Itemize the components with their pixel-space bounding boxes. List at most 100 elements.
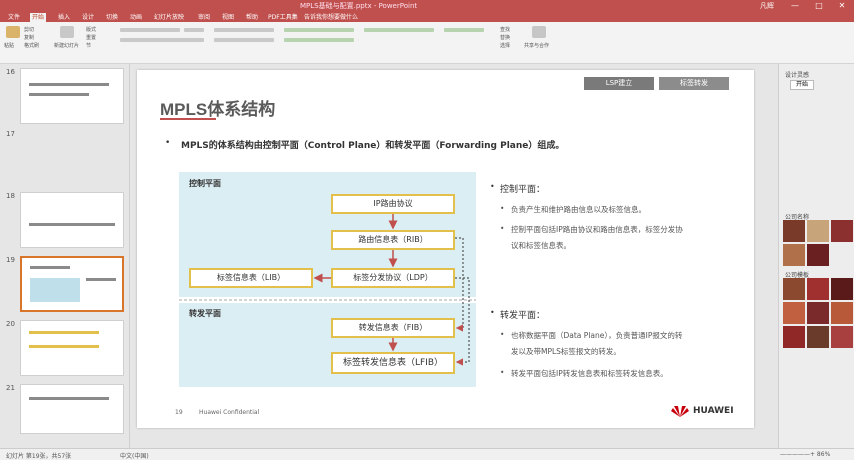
- design-swatch[interactable]: [807, 326, 829, 348]
- select-button[interactable]: 选择: [500, 42, 510, 49]
- design-swatch[interactable]: [807, 278, 829, 300]
- new-slide-button[interactable]: 新建幻灯片: [54, 42, 79, 49]
- design-swatch[interactable]: [783, 326, 805, 348]
- title-underline: [160, 118, 216, 120]
- intro-bullet: MPLS的体系结构由控制平面（Control Plane）和转发平面（Forwa…: [181, 141, 565, 151]
- share-icon[interactable]: [532, 26, 546, 38]
- forward-item-1: •: [500, 330, 505, 339]
- slide-thumbnail[interactable]: [20, 384, 124, 434]
- layout-button[interactable]: 版式: [86, 26, 96, 33]
- tab-view[interactable]: 视图: [220, 13, 236, 22]
- forwarding-plane-heading: 转发平面：: [500, 311, 546, 321]
- tab-insert[interactable]: 插入: [56, 13, 72, 22]
- design-swatch[interactable]: [783, 302, 805, 324]
- tab-animations[interactable]: 动画: [128, 13, 144, 22]
- ribbon: 粘贴 剪切 复制 格式刷 新建幻灯片 版式 重置 节 查找 替换 选择 共享与合…: [0, 22, 854, 64]
- design-swatch[interactable]: [807, 220, 829, 242]
- design-swatch[interactable]: [831, 220, 853, 242]
- slide-thumbnails-pane: 16 17 18 19 20 21: [0, 64, 130, 448]
- slide-number: 17: [6, 130, 15, 138]
- zoom-slider[interactable]: —————+ 86%: [780, 451, 830, 458]
- minimize-button[interactable]: —: [784, 0, 806, 12]
- align-group[interactable]: [214, 38, 274, 42]
- slide-number: 20: [6, 320, 15, 328]
- ribbon-tabs: 文件 开始 插入 设计 切换 动画 幻灯片放映 审阅 视图 帮助 PDF工具集 …: [0, 12, 854, 22]
- slide-number: 21: [6, 384, 15, 392]
- design-swatch[interactable]: [783, 220, 805, 242]
- huawei-logo-icon: [671, 406, 689, 417]
- arrange-group[interactable]: [364, 28, 434, 32]
- slide-thumbnail[interactable]: [20, 320, 124, 376]
- design-swatch[interactable]: [807, 302, 829, 324]
- title-bar: MPLS基础与配置.pptx - PowerPoint 凡辉 — □ ✕: [0, 0, 854, 12]
- font-format-group[interactable]: [120, 38, 204, 42]
- section-button[interactable]: 节: [86, 42, 91, 49]
- design-swatch[interactable]: [783, 244, 805, 266]
- forward-item-1-cont: 发以及带MPLS标签报文的转发。: [511, 347, 621, 356]
- design-pane-title: 设计灵感: [785, 72, 810, 79]
- control-item-1: •: [500, 204, 505, 213]
- paragraph-group[interactable]: [214, 28, 274, 32]
- slide-canvas[interactable]: LSP建立 标签转发 MPLS体系结构 • MPLS的体系结构由控制平面（Con…: [137, 70, 754, 428]
- slide-title: MPLS体系结构: [160, 100, 276, 119]
- design-swatch[interactable]: [831, 302, 853, 324]
- tab-transitions[interactable]: 切换: [104, 13, 120, 22]
- paste-button[interactable]: 粘贴: [4, 42, 14, 49]
- design-swatch[interactable]: [831, 278, 853, 300]
- tab-file[interactable]: 文件: [6, 13, 22, 22]
- control-item-2-cont: 议和标签信息表。: [511, 241, 571, 250]
- tab-review[interactable]: 审阅: [196, 13, 212, 22]
- find-button[interactable]: 查找: [500, 26, 510, 33]
- design-swatch[interactable]: [807, 244, 829, 266]
- copy-button[interactable]: 复制: [24, 34, 34, 41]
- architecture-diagram: 控制平面 转发平面 IP路由协议 路由信息表（RIB） 标签分发协议（LDP） …: [179, 172, 476, 387]
- forward-item-2: •: [500, 368, 505, 377]
- slide-thumbnail[interactable]: [20, 192, 124, 248]
- control-plane-heading: 控制平面：: [500, 185, 546, 195]
- tab-help[interactable]: 帮助: [244, 13, 260, 22]
- new-slide-icon[interactable]: [60, 26, 74, 38]
- font-name-dropdown[interactable]: [120, 28, 180, 32]
- tab-design[interactable]: 设计: [80, 13, 96, 22]
- share-button[interactable]: 共享与合作: [524, 42, 549, 49]
- page-number: 19: [175, 409, 183, 416]
- nav-tab-forwarding[interactable]: 标签转发: [659, 77, 729, 90]
- cut-button[interactable]: 剪切: [24, 26, 34, 33]
- drawing-group[interactable]: [444, 28, 484, 32]
- nav-tab-lsp[interactable]: LSP建立: [584, 77, 654, 90]
- tell-me-search[interactable]: 告诉我你想要做什么: [302, 13, 360, 22]
- tab-slideshow[interactable]: 幻灯片放映: [152, 13, 186, 22]
- huawei-brand: HUAWEI: [693, 406, 734, 416]
- language-indicator[interactable]: 中文(中国): [120, 451, 149, 460]
- maximize-button[interactable]: □: [808, 0, 830, 12]
- control-item-2: •: [500, 224, 505, 233]
- design-swatch[interactable]: [783, 278, 805, 300]
- reset-button[interactable]: 重置: [86, 34, 96, 41]
- slide-number: 19: [6, 256, 15, 264]
- slide-thumbnail-selected[interactable]: [20, 256, 124, 312]
- confidential-label: Huawei Confidential: [199, 409, 260, 416]
- window-title: MPLS基础与配置.pptx - PowerPoint: [300, 2, 418, 10]
- user-name[interactable]: 凡辉: [760, 1, 774, 11]
- quick-styles[interactable]: [284, 38, 354, 42]
- font-size-dropdown[interactable]: [184, 28, 204, 32]
- control-bullet-dot: •: [490, 182, 495, 191]
- slide-number: 16: [6, 68, 15, 76]
- design-swatch[interactable]: [831, 326, 853, 348]
- tab-pdf[interactable]: PDF工具集: [266, 13, 300, 22]
- slide-thumbnail[interactable]: [20, 68, 124, 124]
- diagram-arrows: [179, 214, 476, 366]
- forward-bullet-dot: •: [490, 308, 495, 317]
- tab-home[interactable]: 开始: [30, 13, 47, 22]
- replace-button[interactable]: 替换: [500, 34, 510, 41]
- control-item-2-text: 控制平面包括IP路由协议和路由信息表，标签分发协: [511, 225, 683, 234]
- forward-item-2-text: 转发平面包括IP转发信息表和标签转发信息表。: [511, 369, 668, 378]
- status-bar: 幻灯片 第19张，共57张 中文(中国) —————+ 86%: [0, 448, 854, 460]
- paste-icon[interactable]: [6, 26, 20, 38]
- slide-number: 18: [6, 192, 15, 200]
- shapes-gallery[interactable]: [284, 28, 354, 32]
- close-button[interactable]: ✕: [831, 0, 853, 12]
- format-painter-button[interactable]: 格式刷: [24, 42, 39, 49]
- forward-item-1-text: 也称数据平面（Data Plane），负责普通IP报文的转: [511, 331, 683, 340]
- start-button[interactable]: 开始: [790, 80, 814, 90]
